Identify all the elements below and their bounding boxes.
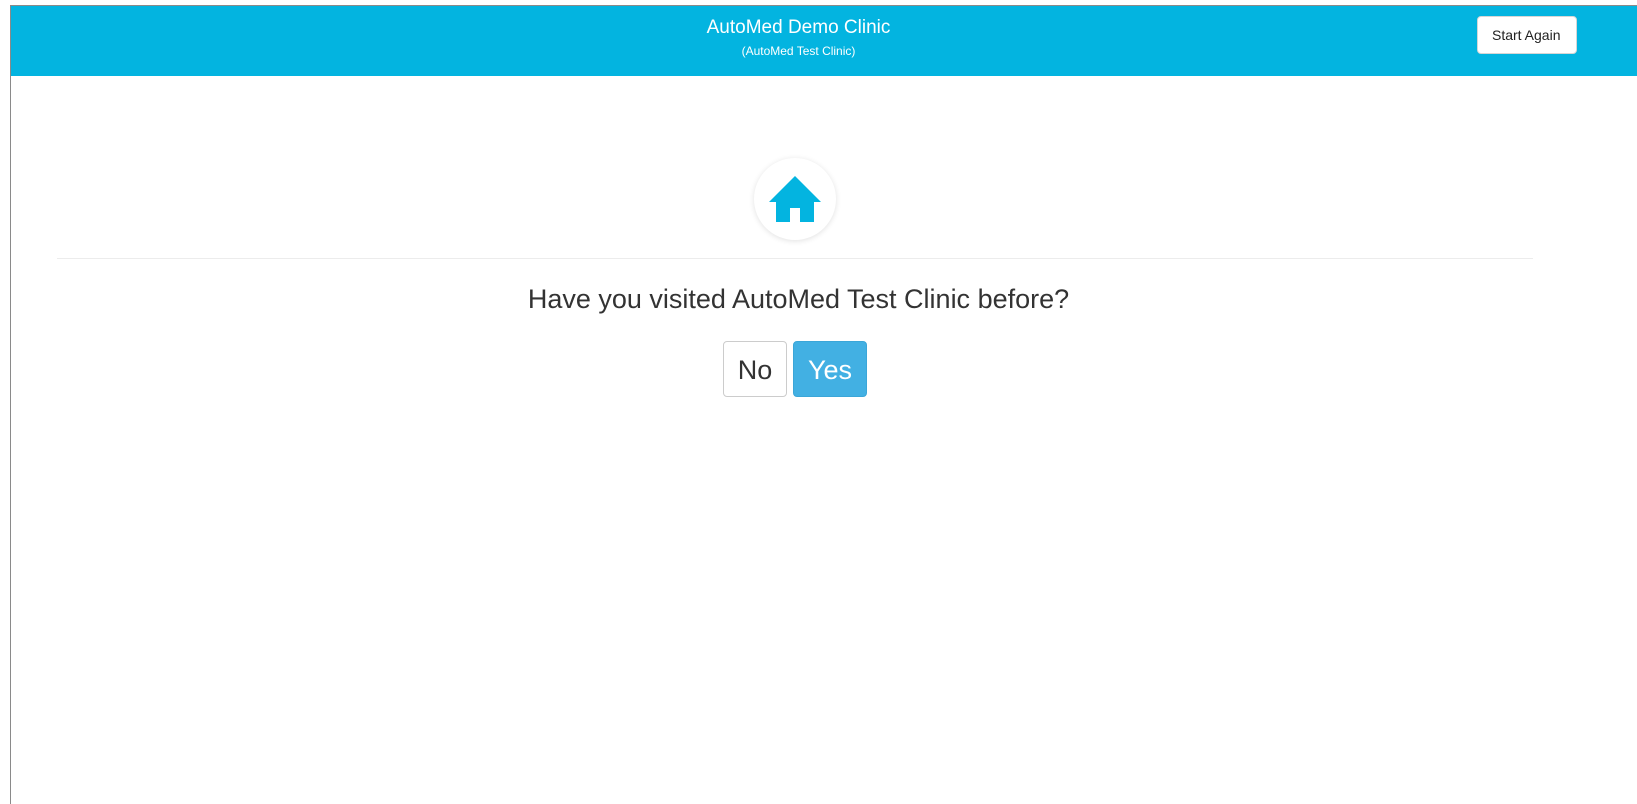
home-icon-badge [754, 158, 836, 240]
no-button[interactable]: No [723, 341, 787, 397]
yes-button[interactable]: Yes [793, 341, 867, 397]
header-bar: AutoMed Demo Clinic (AutoMed Test Clinic… [11, 6, 1637, 76]
clinic-title: AutoMed Demo Clinic [706, 17, 891, 38]
start-again-button[interactable]: Start Again [1477, 16, 1577, 54]
home-icon [769, 176, 821, 222]
app-frame: AutoMed Demo Clinic (AutoMed Test Clinic… [10, 5, 1637, 804]
divider [57, 258, 1533, 259]
clinic-subtitle: (AutoMed Test Clinic) [741, 44, 856, 58]
visit-question: Have you visited AutoMed Test Clinic bef… [527, 284, 1070, 314]
